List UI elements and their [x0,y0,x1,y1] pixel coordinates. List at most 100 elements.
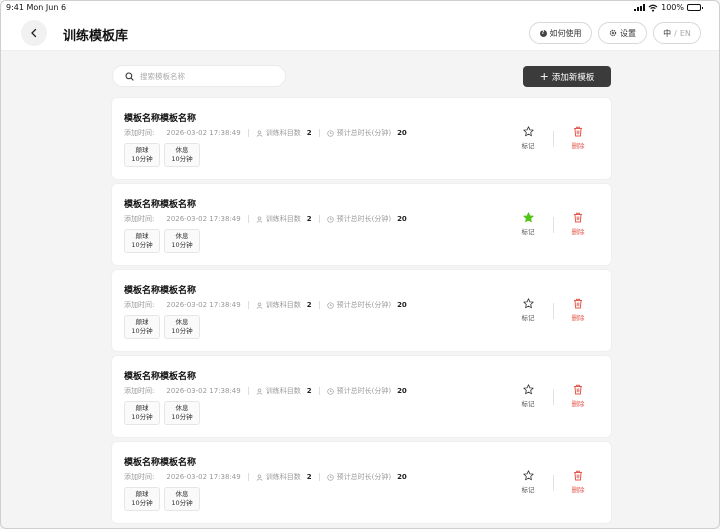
subject-tag-name: 颠球 [135,490,149,499]
duration-label: 预计总时长(分钟) [336,387,392,395]
subjects-count-label: 训练科目数 [265,473,301,481]
template-card[interactable]: 模板名称模板名称 添加时间: 2026-03-02 17:38:49 训练科目数… [112,442,611,523]
added-time-label: 添加时间: [124,301,155,309]
trash-icon [574,212,582,223]
gear-icon [609,29,617,37]
subject-tag-name: 休息 [175,490,189,499]
battery-icon [687,4,703,11]
mark-label: 标记 [521,314,535,322]
meta-divider [318,387,320,395]
user-icon [256,130,263,137]
star-icon [522,298,534,309]
help-button[interactable]: ? 如何使用 [529,22,592,44]
delete-button[interactable]: 删除 [567,126,589,150]
duration-item: 预计总时长(分钟) 20 [326,128,407,138]
mark-button[interactable]: 标记 [517,298,539,322]
template-card[interactable]: 模板名称模板名称 添加时间: 2026-03-02 17:38:49 训练科目数… [112,270,611,351]
mark-button[interactable]: 标记 [517,126,539,150]
language-toggle[interactable]: 中 / EN [653,22,701,44]
meta-divider [247,387,249,395]
delete-label: 删除 [571,142,585,150]
duration-value: 20 [397,387,407,395]
subject-tag-duration: 10分钟 [171,499,193,507]
template-name: 模板名称模板名称 [124,458,197,468]
delete-button[interactable]: 删除 [567,212,589,236]
trash-icon [574,126,582,137]
template-name: 模板名称模板名称 [124,286,197,296]
settings-button[interactable]: 设置 [598,22,647,44]
user-icon [256,388,263,395]
subject-tag-duration: 10分钟 [131,499,153,507]
subject-tag-duration: 10分钟 [171,241,193,249]
clock-icon [326,387,334,395]
subject-tag: 颠球 10分钟 [124,229,160,253]
subject-tag-name: 休息 [175,146,189,155]
subject-tag-name: 休息 [175,404,189,413]
signal-icon [634,4,646,11]
chevron-left-icon [31,28,37,38]
subject-tag-name: 颠球 [135,232,149,241]
user-icon [256,302,263,309]
mark-button[interactable]: 标记 [517,384,539,408]
back-button[interactable] [21,20,47,46]
template-meta: 添加时间: 2026-03-02 17:38:49 训练科目数 2 预计总时长(… [124,300,407,310]
subject-tag: 颠球 10分钟 [124,487,160,511]
subjects-count-label: 训练科目数 [265,301,301,309]
template-card[interactable]: 模板名称模板名称 添加时间: 2026-03-02 17:38:49 训练科目数… [112,98,611,179]
added-time-label: 添加时间: [124,473,155,481]
duration-value: 20 [397,301,407,309]
added-time-label: 添加时间: [124,387,155,395]
meta-divider [318,473,320,481]
trash-icon [574,470,582,481]
star-icon [522,212,534,223]
action-divider [553,475,554,491]
trash-icon [574,298,582,309]
duration-item: 预计总时长(分钟) 20 [326,386,407,396]
wifi-icon [648,4,658,12]
subject-tags: 颠球 10分钟 休息 10分钟 [124,487,200,511]
subject-tags: 颠球 10分钟 休息 10分钟 [124,315,200,339]
delete-label: 删除 [571,228,585,236]
template-meta: 添加时间: 2026-03-02 17:38:49 训练科目数 2 预计总时长(… [124,472,407,482]
template-meta: 添加时间: 2026-03-02 17:38:49 训练科目数 2 预计总时长(… [124,386,407,396]
subject-tag-duration: 10分钟 [131,155,153,163]
subject-tags: 颠球 10分钟 休息 10分钟 [124,143,200,167]
subjects-count-label: 训练科目数 [265,387,301,395]
subject-tag-duration: 10分钟 [171,155,193,163]
delete-label: 删除 [571,400,585,408]
mark-label: 标记 [521,486,535,494]
lang-en: EN [679,28,691,38]
subject-tag-duration: 10分钟 [131,241,153,249]
duration-item: 预计总时长(分钟) 20 [326,300,407,310]
template-name: 模板名称模板名称 [124,114,197,124]
template-card[interactable]: 模板名称模板名称 添加时间: 2026-03-02 17:38:49 训练科目数… [112,184,611,265]
clock-icon [326,215,334,223]
meta-divider [247,129,249,137]
duration-label: 预计总时长(分钟) [336,129,392,137]
star-icon [522,470,534,481]
action-divider [553,131,554,147]
template-meta: 添加时间: 2026-03-02 17:38:49 训练科目数 2 预计总时长(… [124,214,407,224]
add-template-button[interactable]: + 添加新模板 [523,66,611,87]
delete-button[interactable]: 删除 [567,470,589,494]
template-name: 模板名称模板名称 [124,372,197,382]
search-input[interactable] [140,71,270,81]
mark-button[interactable]: 标记 [517,470,539,494]
mark-label: 标记 [521,400,535,408]
delete-label: 删除 [571,314,585,322]
page-header: 训练模板库 ? 如何使用 设置 中 / EN [1,14,719,51]
clock-icon [326,473,334,481]
subjects-count-label: 训练科目数 [265,215,301,223]
mark-button[interactable]: 标记 [517,212,539,236]
delete-button[interactable]: 删除 [567,298,589,322]
template-card[interactable]: 模板名称模板名称 添加时间: 2026-03-02 17:38:49 训练科目数… [112,356,611,437]
plus-icon: + [539,70,549,83]
subject-tag: 颠球 10分钟 [124,143,160,167]
delete-label: 删除 [571,486,585,494]
subjects-count-item: 训练科目数 2 [256,128,312,138]
delete-button[interactable]: 删除 [567,384,589,408]
subject-tag-name: 颠球 [135,404,149,413]
help-label: 如何使用 [549,28,582,38]
search-box[interactable] [112,65,286,87]
added-time-value: 2026-03-02 17:38:49 [166,129,241,137]
